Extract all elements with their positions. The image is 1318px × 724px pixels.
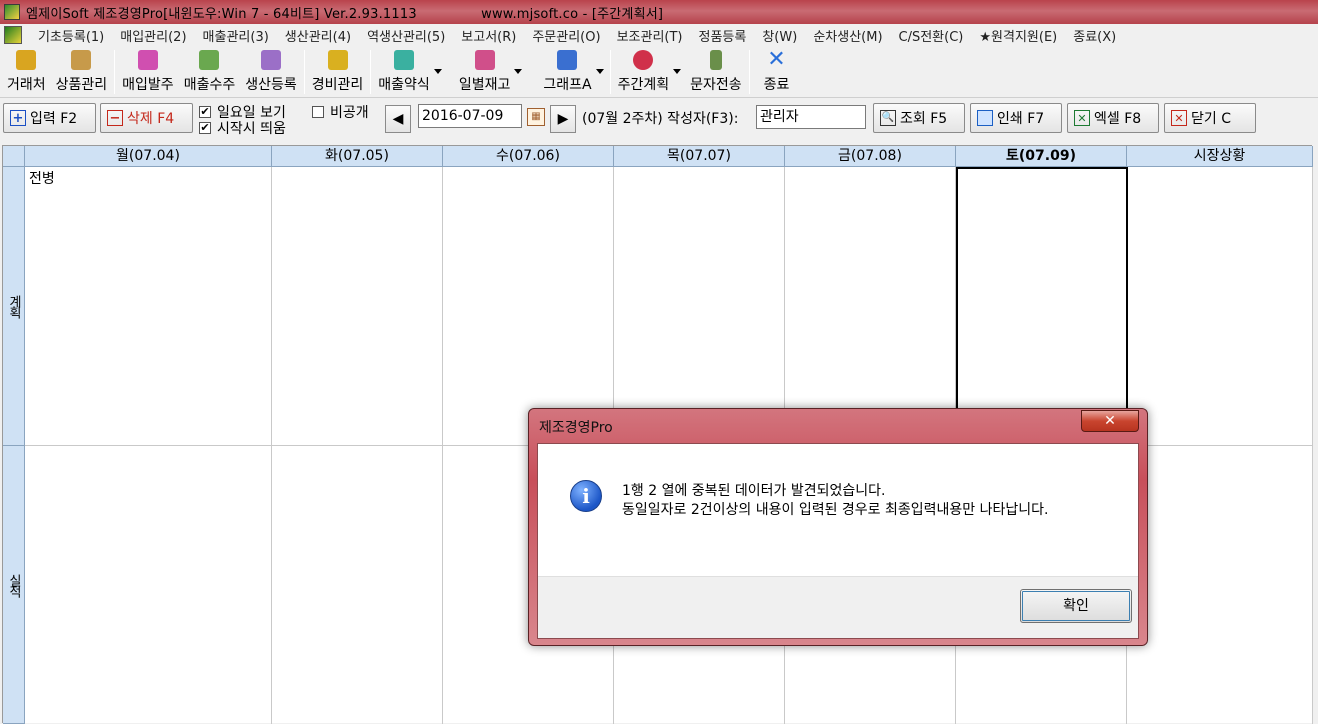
add-button[interactable]: + 입력 F2 (3, 103, 96, 133)
menu-cs-switch[interactable]: C/S전환(C) (891, 26, 972, 45)
delete-button[interactable]: − 삭제 F4 (100, 103, 193, 133)
chart-icon (557, 50, 578, 70)
toolbar-graph-button[interactable]: 그래프A (538, 49, 607, 97)
app-icon (4, 4, 20, 20)
row-header-actual: 실적 (3, 446, 25, 724)
magnifier-icon: 🔍 (880, 110, 896, 126)
dialog-message-line-2: 동일일자로 2건이상의 내용이 입력된 경우로 최종입력내용만 나타납니다. (622, 502, 1049, 518)
order-icon (137, 50, 158, 70)
menu-license[interactable]: 정품등록 (691, 26, 755, 45)
toolbar-production-button[interactable]: 생산등록 (240, 49, 302, 97)
box-icon (71, 50, 92, 70)
corner-header (3, 146, 25, 167)
ok-button[interactable]: 확인 (1020, 589, 1132, 623)
cell-plan-mon[interactable]: 전병 (29, 168, 55, 188)
week-info-label: (07월 2주차) 작성자(F3): (582, 111, 739, 127)
col-header-market[interactable]: 시장상황 (1127, 146, 1313, 167)
row-header-plan: 계획 (3, 167, 25, 446)
toolbar-purchase-order-button[interactable]: 매입발주 (117, 49, 179, 97)
menu-bar: 기초등록(1) 매입관리(2) 매출관리(3) 생산관리(4) 역생산관리(5)… (0, 24, 1318, 46)
next-week-button[interactable]: ▶ (550, 105, 576, 133)
col-header-sat[interactable]: 토(07.09) (956, 146, 1127, 167)
excel-icon: ✕ (1074, 110, 1090, 126)
arrow-right-icon: ▶ (557, 111, 569, 127)
toolbar-quick-sales-button[interactable]: 매출약식 (373, 49, 446, 97)
note-icon (394, 50, 415, 70)
dialog-body: i 1행 2 열에 중복된 데이터가 발견되었습니다. 동일일자로 2건이상의 … (537, 443, 1139, 639)
dialog-footer: 확인 (538, 576, 1138, 638)
prev-week-button[interactable]: ◀ (385, 105, 411, 133)
plus-icon: + (10, 110, 26, 126)
toolbar-exit-button[interactable]: ✕ 종료 (752, 49, 802, 97)
arrow-left-icon: ◀ (392, 111, 404, 127)
open-at-start-checkbox[interactable]: ✔ 시작시 띄움 (199, 118, 286, 138)
toolbar-sales-order-button[interactable]: 매출수주 (179, 49, 241, 97)
phone-icon (709, 50, 722, 70)
title-bar: 엠제이Soft 제조경영Pro[내윈도우:Win 7 - 64비트] Ver.2… (0, 0, 1318, 24)
menu-sales[interactable]: 매출관리(3) (195, 26, 277, 45)
toolbar-separator (114, 50, 116, 94)
action-bar: + 입력 F2 − 삭제 F4 ✔ 일요일 보기 ✔ 시작시 띄움 비공개 ◀ … (0, 100, 1318, 140)
menu-exit[interactable]: 종료(X) (1065, 26, 1124, 45)
menu-purchase[interactable]: 매입관리(2) (112, 26, 194, 45)
close-icon: ✕ (1171, 110, 1187, 126)
toolbar-separator (609, 50, 611, 94)
search-button[interactable]: 🔍 조회 F5 (873, 103, 965, 133)
toolbar-clients-button[interactable]: 거래처 (2, 49, 51, 97)
col-header-tue[interactable]: 화(07.05) (272, 146, 443, 167)
col-header-mon[interactable]: 월(07.04) (25, 146, 272, 167)
toolbar-weekly-plan-button[interactable]: 주간계획 (613, 49, 686, 97)
message-dialog: 제조경영Pro ✕ i 1행 2 열에 중복된 데이터가 발견되었습니다. 동일… (528, 408, 1148, 646)
window-url: www.mjsoft.co - [주간계획서] (481, 6, 664, 22)
toolbar: 거래처 상품관리 매입발주 매출수주 생산등록 경비관리 매출약식 일별재고 그… (0, 48, 1318, 98)
printer-icon (977, 110, 993, 126)
author-field[interactable]: 관리자 (756, 105, 866, 129)
excel-button[interactable]: ✕ 엑셀 F8 (1067, 103, 1159, 133)
receipt-icon (199, 50, 220, 70)
window-title: 엠제이Soft 제조경영Pro[내윈도우:Win 7 - 64비트] Ver.2… (26, 6, 417, 22)
close-icon: ✕ (1104, 413, 1116, 429)
info-icon: i (570, 480, 602, 512)
menu-basic-register[interactable]: 기초등록(1) (30, 26, 112, 45)
private-checkbox[interactable]: 비공개 (312, 102, 369, 122)
toolbar-separator (370, 50, 372, 94)
calendar-icon[interactable]: ▦ (527, 108, 545, 126)
checkbox-checked-icon: ✔ (199, 105, 211, 118)
toolbar-sms-button[interactable]: 문자전송 (685, 49, 747, 97)
col-header-thu[interactable]: 목(07.07) (614, 146, 785, 167)
dialog-title: 제조경영Pro (539, 420, 613, 436)
close-button[interactable]: ✕ 닫기 C (1164, 103, 1256, 133)
plan-icon (633, 50, 654, 70)
dialog-message: 1행 2 열에 중복된 데이터가 발견되었습니다. 동일일자로 2건이상의 내용… (622, 482, 1112, 520)
toolbar-products-button[interactable]: 상품관리 (51, 49, 113, 97)
people-icon (16, 50, 37, 70)
menu-auxiliary[interactable]: 보조관리(T) (609, 26, 691, 45)
dialog-message-line-1: 1행 2 열에 중복된 데이터가 발견되었습니다. (622, 483, 886, 499)
toolbar-expenses-button[interactable]: 경비관리 (307, 49, 369, 97)
menu-production[interactable]: 생산관리(4) (277, 26, 359, 45)
toolbar-daily-stock-button[interactable]: 일별재고 (454, 49, 527, 97)
menu-window[interactable]: 창(W) (754, 26, 805, 45)
menu-reverse-production[interactable]: 역생산관리(5) (359, 26, 453, 45)
menu-app-icon[interactable] (4, 26, 22, 44)
col-header-wed[interactable]: 수(07.06) (443, 146, 614, 167)
checkbox-checked-icon: ✔ (199, 121, 211, 134)
coins-icon (327, 50, 348, 70)
menu-report[interactable]: 보고서(R) (453, 26, 524, 45)
dialog-close-button[interactable]: ✕ (1081, 410, 1139, 432)
gears-icon (261, 50, 281, 70)
checkbox-empty-icon (312, 106, 324, 118)
menu-orders[interactable]: 주문관리(O) (524, 26, 608, 45)
date-field[interactable]: 2016-07-09 (418, 104, 522, 128)
menu-sequential-production[interactable]: 순차생산(M) (805, 26, 890, 45)
print-button[interactable]: 인쇄 F7 (970, 103, 1062, 133)
selected-cell-plan-sat[interactable] (956, 167, 1128, 447)
stock-icon (474, 50, 495, 70)
col-header-fri[interactable]: 금(07.08) (785, 146, 956, 167)
menu-remote-support[interactable]: ★원격지원(E) (971, 26, 1065, 45)
exit-icon: ✕ (767, 47, 786, 72)
toolbar-separator (748, 50, 750, 94)
toolbar-separator (303, 50, 305, 94)
minus-icon: − (107, 110, 123, 126)
